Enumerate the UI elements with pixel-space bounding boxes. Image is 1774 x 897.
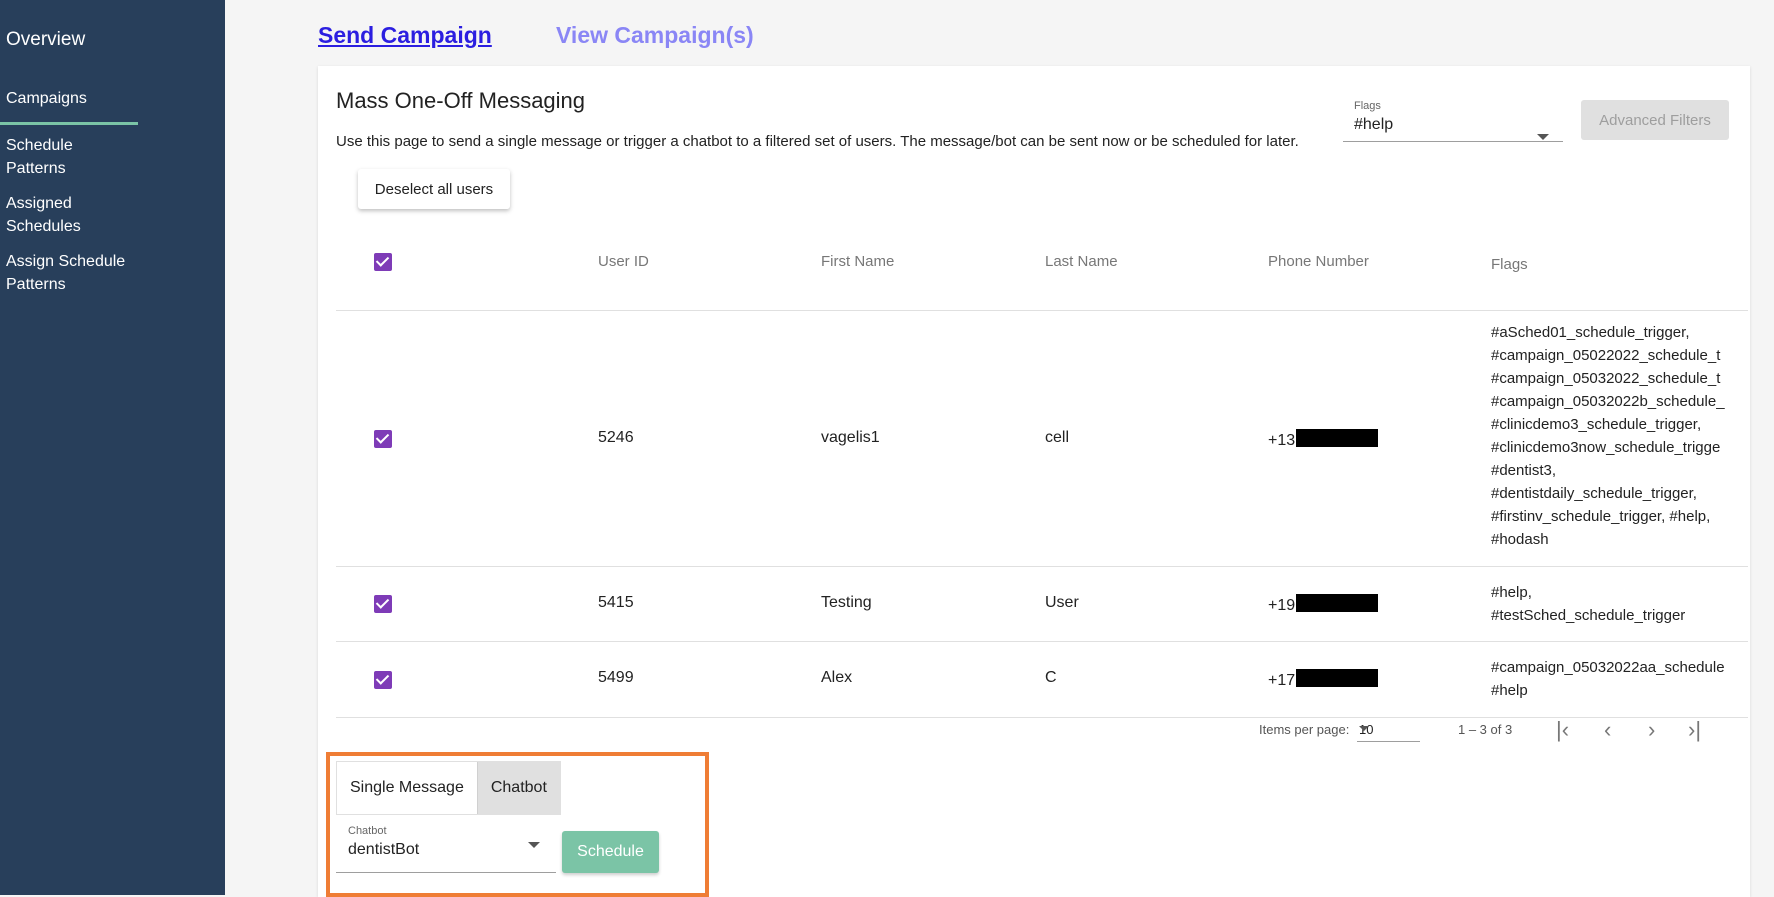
sidebar-item-label: Patterns bbox=[6, 276, 66, 293]
first-page-icon[interactable]: |‹ bbox=[1556, 718, 1569, 742]
table-header: User ID First Name Last Name Phone Numbe… bbox=[336, 216, 1748, 311]
first-name-cell: Alex bbox=[821, 669, 853, 686]
chevron-down-icon bbox=[528, 842, 540, 848]
column-header-user-id[interactable]: User ID bbox=[598, 253, 649, 270]
redaction-box bbox=[1296, 429, 1379, 447]
sidebar-item-campaigns[interactable]: Campaigns bbox=[6, 87, 87, 110]
sidebar-item-label: Schedule bbox=[6, 137, 73, 154]
phone-prefix: +13 bbox=[1268, 432, 1296, 449]
last-name-cell: C bbox=[1045, 669, 1057, 686]
chatbot-select-label: Chatbot bbox=[348, 825, 387, 837]
flag-line: #testSched_schedule_trigger bbox=[1491, 607, 1686, 624]
sidebar-item-label: Schedules bbox=[6, 218, 81, 235]
advanced-filters-button[interactable]: Advanced Filters bbox=[1581, 100, 1729, 140]
last-name-cell: cell bbox=[1045, 429, 1070, 446]
flags-select-label: Flags bbox=[1354, 100, 1381, 112]
column-header-flags[interactable]: Flags bbox=[1491, 253, 1727, 276]
flags-select-value: #help bbox=[1354, 116, 1394, 133]
single-message-tab[interactable]: Single Message bbox=[337, 762, 477, 814]
first-name-cell: vagelis1 bbox=[821, 429, 880, 446]
page-title: Mass One-Off Messaging bbox=[336, 88, 586, 113]
message-type-toggle: Single Message Chatbot bbox=[336, 761, 561, 815]
items-per-page-label: Items per page: bbox=[1259, 722, 1350, 737]
row-checkbox[interactable] bbox=[374, 430, 392, 448]
chevron-down-icon bbox=[1537, 134, 1549, 140]
paginator-range: 1 – 3 of 3 bbox=[1458, 722, 1513, 737]
sidebar: Overview Campaigns Schedule Patterns Ass… bbox=[0, 0, 225, 895]
flags-cell: #aSched01_schedule_trigger, #campaign_05… bbox=[1491, 321, 1727, 551]
sidebar-item-label: Assigned bbox=[6, 195, 72, 212]
last-name-cell: User bbox=[1045, 594, 1079, 611]
chevron-down-icon bbox=[1359, 726, 1369, 731]
column-header-last-name[interactable]: Last Name bbox=[1045, 253, 1118, 270]
flag-line: #aSched01_schedule_trigger, bbox=[1491, 324, 1690, 341]
deselect-all-button[interactable]: Deselect all users bbox=[358, 169, 510, 209]
next-page-icon[interactable]: › bbox=[1648, 718, 1655, 742]
schedule-button[interactable]: Schedule bbox=[562, 831, 659, 873]
tab-view-campaigns[interactable]: View Campaign(s) bbox=[556, 22, 754, 49]
flag-line: #dentist3, bbox=[1491, 462, 1557, 479]
phone-number-cell: +13 bbox=[1268, 429, 1379, 450]
flag-line: #dentistdaily_schedule_trigger, bbox=[1491, 485, 1697, 502]
flags-cell: #campaign_05032022aa_schedule #help bbox=[1491, 656, 1727, 702]
phone-number-cell: +19 bbox=[1268, 594, 1379, 615]
flag-line: #campaign_05032022b_schedule_ bbox=[1491, 393, 1725, 410]
redaction-box bbox=[1296, 669, 1379, 687]
flag-line: #hodash bbox=[1491, 531, 1549, 548]
sidebar-item-schedule-patterns[interactable]: Schedule Patterns bbox=[6, 134, 73, 180]
flag-line: #help, bbox=[1491, 584, 1532, 601]
column-header-phone-number[interactable]: Phone Number bbox=[1268, 253, 1369, 270]
row-checkbox[interactable] bbox=[374, 595, 392, 613]
flag-line: #clinicdemo3_schedule_trigger, bbox=[1491, 416, 1702, 433]
last-page-icon[interactable]: ›| bbox=[1688, 718, 1701, 742]
items-per-page-select[interactable]: 10 bbox=[1357, 712, 1420, 742]
flag-line: #campaign_05032022aa_schedule bbox=[1491, 659, 1725, 676]
select-all-checkbox[interactable] bbox=[374, 253, 392, 271]
sidebar-item-label: Assign Schedule bbox=[6, 253, 126, 270]
chatbot-select[interactable]: Chatbot dentistBot bbox=[336, 825, 556, 873]
chatbot-tab[interactable]: Chatbot bbox=[476, 762, 560, 814]
user-id-cell: 5415 bbox=[598, 594, 634, 611]
flag-line: #firstinv_schedule_trigger, #help, bbox=[1491, 508, 1711, 525]
row-checkbox[interactable] bbox=[374, 671, 392, 689]
previous-page-icon[interactable]: ‹ bbox=[1604, 718, 1611, 742]
page-description: Use this page to send a single message o… bbox=[336, 133, 1299, 150]
chatbot-select-value: dentistBot bbox=[348, 841, 420, 858]
sidebar-item-assigned-schedules[interactable]: Assigned Schedules bbox=[6, 192, 81, 238]
column-header-first-name[interactable]: First Name bbox=[821, 253, 894, 270]
sidebar-item-overview[interactable]: Overview bbox=[6, 28, 85, 51]
flag-line: #clinicdemo3now_schedule_trigge bbox=[1491, 439, 1721, 456]
flag-line: #campaign_05022022_schedule_t bbox=[1491, 347, 1721, 364]
flags-cell: #help, #testSched_schedule_trigger bbox=[1491, 581, 1727, 627]
redaction-box bbox=[1296, 594, 1379, 612]
sidebar-item-label: Patterns bbox=[6, 160, 66, 177]
table-row[interactable]: 5246 vagelis1 cell +13 #aSched01_schedul… bbox=[336, 311, 1748, 567]
first-name-cell: Testing bbox=[821, 594, 872, 611]
flag-line: #campaign_05032022_schedule_t bbox=[1491, 370, 1721, 387]
user-id-cell: 5246 bbox=[598, 429, 634, 446]
phone-prefix: +19 bbox=[1268, 597, 1296, 614]
user-id-cell: 5499 bbox=[598, 669, 634, 686]
tab-send-campaign[interactable]: Send Campaign bbox=[318, 22, 492, 49]
table-row[interactable]: 5415 Testing User +19 #help, #testSched_… bbox=[336, 567, 1748, 642]
table-row[interactable]: 5499 Alex C +17 #campaign_05032022aa_sch… bbox=[336, 642, 1748, 718]
sidebar-item-assign-schedule-patterns[interactable]: Assign Schedule Patterns bbox=[6, 250, 125, 296]
phone-prefix: +17 bbox=[1268, 672, 1296, 689]
flags-select[interactable]: Flags #help bbox=[1343, 92, 1563, 142]
phone-number-cell: +17 bbox=[1268, 669, 1379, 690]
active-indicator bbox=[0, 122, 138, 125]
flag-line: #help bbox=[1491, 682, 1528, 699]
